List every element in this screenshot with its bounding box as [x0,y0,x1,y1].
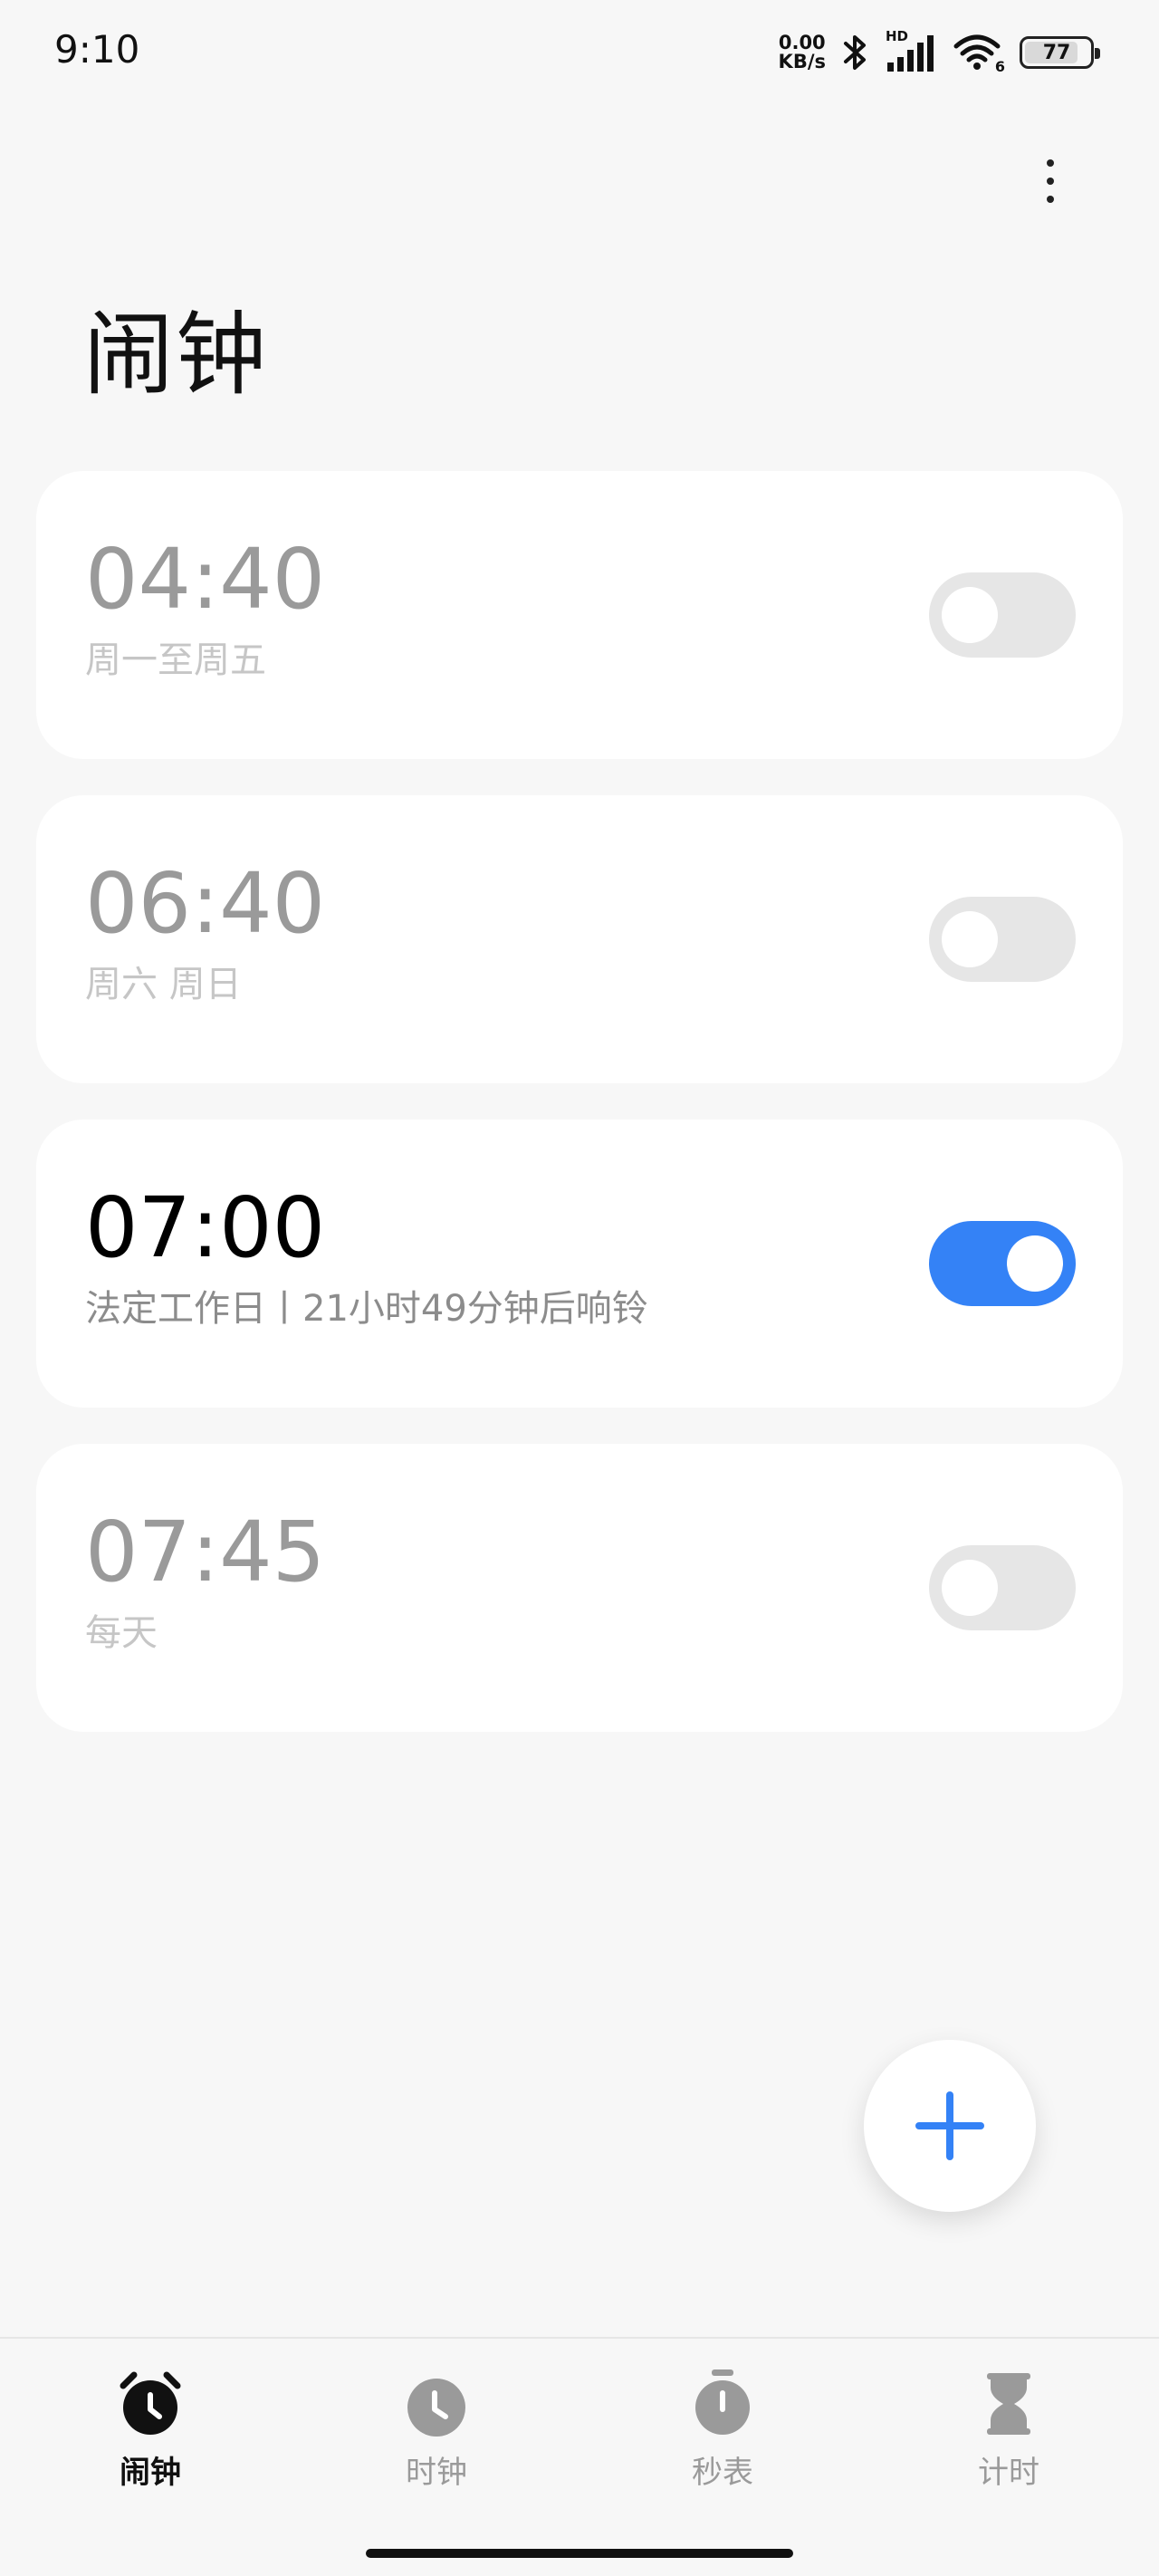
alarm-toggle[interactable] [929,572,1076,658]
more-options-button[interactable] [1023,145,1078,217]
network-speed-unit: KB/s [778,51,826,72]
clock-icon [407,2379,465,2437]
alarm-repeat-label: 每天 [85,1612,158,1654]
cellular-signal: HD [886,28,938,73]
alarm-repeat-label: 周一至周五 [85,639,266,681]
toggle-knob [1007,1235,1063,1292]
status-bar: 9:10 0.00 KB/s HD 6 77 [0,0,1159,109]
network-speed: 0.00 KB/s [779,34,826,72]
alarm-repeat-label: 周六 周日 [85,964,242,1005]
alarm-time: 06:40 [85,855,326,952]
nav-label: 时钟 [406,2455,467,2491]
status-icons: 0.00 KB/s HD 6 77 [779,25,1100,80]
bottom-navigation: 闹钟 时钟 秒表 计时 [0,2337,1159,2576]
more-dot-icon [1047,178,1054,185]
hourglass-icon [987,2373,1030,2435]
nav-label: 秒表 [692,2455,753,2491]
toggle-knob [942,1560,998,1616]
toggle-knob [942,911,998,967]
status-time: 9:10 [54,27,140,72]
alarm-repeat-label: 法定工作日丨21小时49分钟后响铃 [85,1288,648,1330]
nav-label: 计时 [978,2455,1039,2491]
alarm-time: 07:00 [85,1179,326,1276]
add-alarm-button[interactable] [864,2040,1036,2212]
network-speed-value: 0.00 [778,32,826,53]
alarm-card[interactable]: 07:45 每天 [36,1444,1123,1732]
alarm-clock-icon [120,2371,181,2435]
nav-tab-stopwatch[interactable]: 秒表 [632,2366,813,2492]
alarm-time: 07:45 [85,1504,326,1600]
page-title: 闹钟 [83,302,268,408]
alarm-card[interactable]: 06:40 周六 周日 [36,795,1123,1083]
battery-icon: 77 [1020,36,1100,69]
cellular-signal-icon [887,35,934,72]
more-dot-icon [1047,196,1054,203]
alarm-toggle[interactable] [929,897,1076,982]
alarm-card[interactable]: 04:40 周一至周五 [36,471,1123,759]
wifi-label: 6 [994,58,1005,75]
nav-tab-alarm[interactable]: 闹钟 [60,2366,241,2492]
alarm-card[interactable]: 07:00 法定工作日丨21小时49分钟后响铃 [36,1120,1123,1408]
home-indicator[interactable] [366,2549,793,2558]
alarm-toggle[interactable] [929,1545,1076,1630]
wifi-status: 6 [953,32,1005,75]
nav-tab-clock[interactable]: 时钟 [346,2366,527,2492]
alarm-toggle[interactable] [929,1221,1076,1306]
nav-tab-timer[interactable]: 计时 [918,2366,1099,2492]
stopwatch-icon [695,2369,750,2435]
bluetooth-icon [844,35,866,70]
alarm-time: 04:40 [85,531,326,628]
more-dot-icon [1047,159,1054,167]
battery-level: 77 [1042,41,1071,64]
toggle-knob [942,587,998,643]
nav-label: 闹钟 [120,2455,181,2491]
alarm-list: 04:40 周一至周五 06:40 周六 周日 07:00 法定工作日丨21小时… [36,471,1123,1768]
plus-icon [915,2091,984,2160]
